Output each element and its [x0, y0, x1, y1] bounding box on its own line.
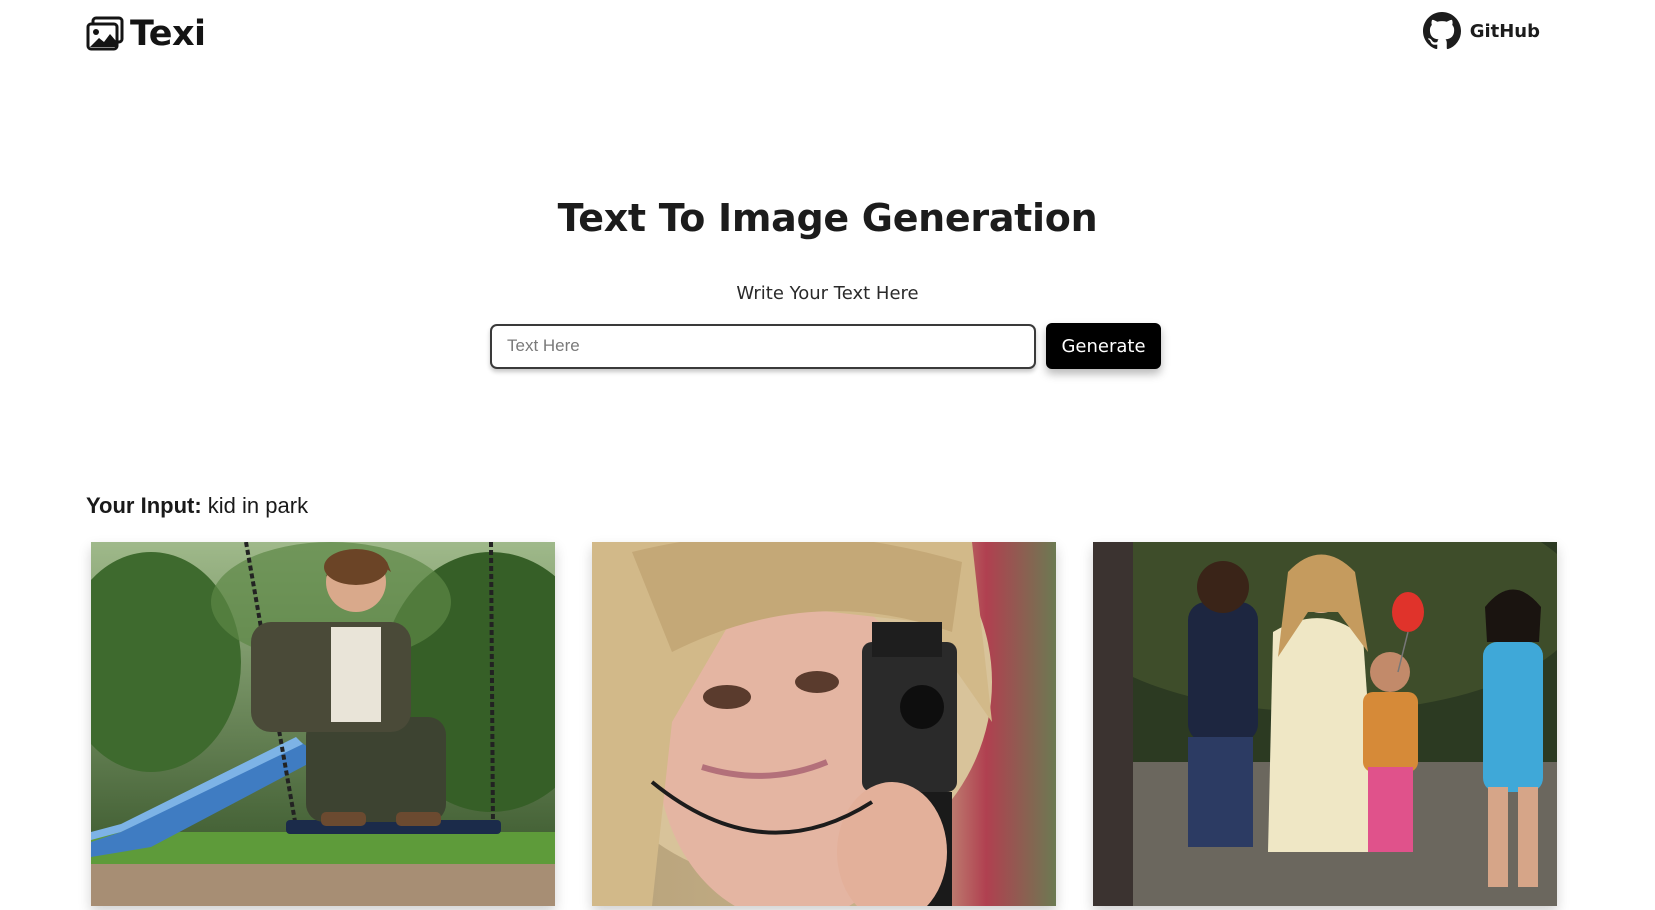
page: Texi GitHub Text To Image Generation Wri…	[0, 0, 1655, 910]
generated-image-2[interactable]	[592, 542, 1056, 906]
page-title: Text To Image Generation	[557, 196, 1098, 240]
your-input-line: Your Input: kid in park	[86, 493, 308, 519]
your-input-text: kid in park	[207, 493, 309, 518]
brand-name: Texi	[130, 14, 206, 54]
github-label: GitHub	[1469, 20, 1540, 42]
girl-with-camera-image	[592, 542, 1056, 906]
prompt-input[interactable]	[490, 323, 1036, 369]
generate-button[interactable]: Generate	[1046, 323, 1161, 369]
generated-image-1[interactable]	[91, 542, 555, 906]
image-gallery-icon	[86, 16, 124, 51]
kid-on-swing-image	[91, 542, 555, 906]
children-in-park-image	[1093, 542, 1557, 906]
github-link[interactable]: GitHub	[1422, 12, 1540, 50]
generated-image-3[interactable]	[1093, 542, 1557, 906]
image-gallery	[91, 542, 1557, 906]
github-icon	[1422, 12, 1461, 50]
prompt-instruction: Write Your Text Here	[736, 283, 919, 304]
your-input-label: Your Input:	[86, 493, 202, 518]
prompt-form: Generate	[490, 323, 1161, 369]
brand-logo-link[interactable]: Texi	[86, 14, 206, 54]
